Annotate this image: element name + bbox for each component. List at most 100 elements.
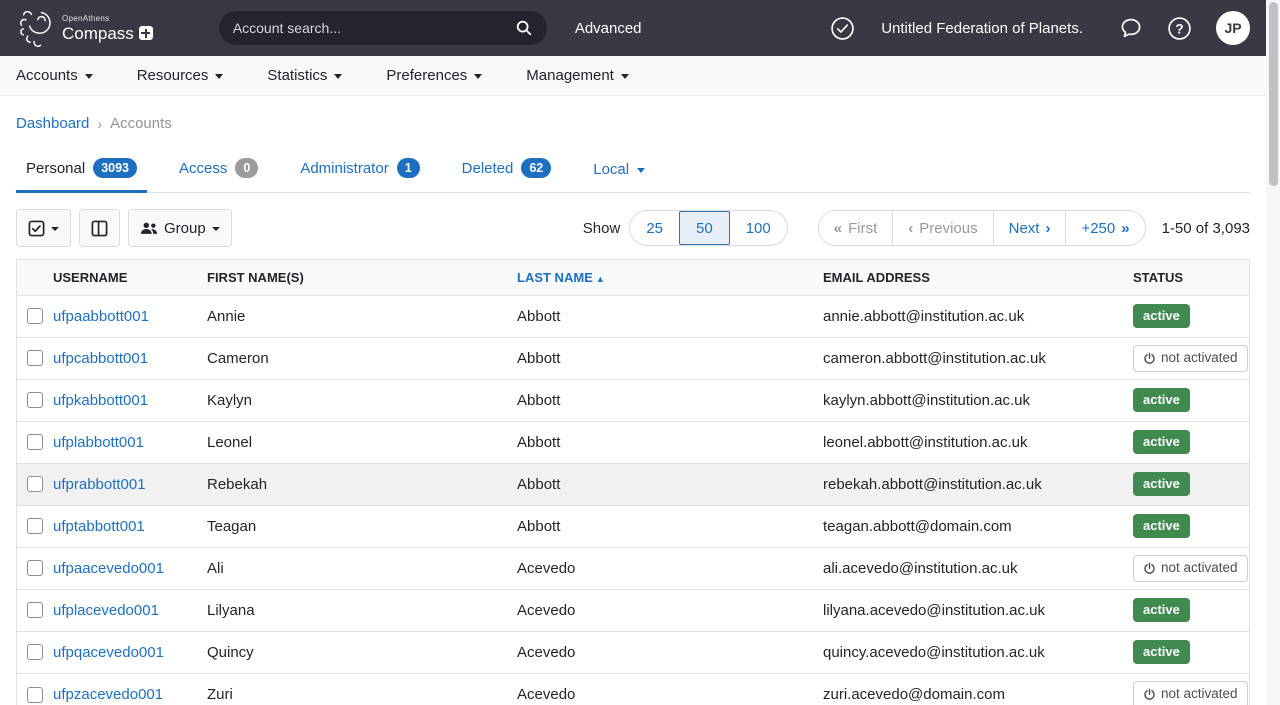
- status-badge: not activated: [1133, 345, 1248, 372]
- help-icon[interactable]: ?: [1167, 16, 1192, 41]
- advanced-search-link[interactable]: Advanced: [575, 20, 642, 37]
- account-search-input[interactable]: [233, 20, 515, 36]
- header-checkbox-cell: [17, 260, 53, 295]
- status-label: not activated: [1161, 559, 1238, 578]
- username-link[interactable]: ufprabbott001: [53, 476, 146, 493]
- table-row: ufpaabbott001 Annie Abbott annie.abbott@…: [17, 295, 1249, 337]
- username-link[interactable]: ufpqacevedo001: [53, 644, 164, 661]
- username-link[interactable]: ufpkabbott001: [53, 392, 148, 409]
- column-status[interactable]: STATUS: [1133, 260, 1249, 295]
- brand-logo[interactable]: OpenAthens Compass: [16, 6, 153, 50]
- first-name-cell: Quincy: [207, 631, 517, 673]
- last-name-cell: Abbott: [517, 505, 823, 547]
- people-icon: [140, 221, 158, 236]
- status-badge: active: [1133, 388, 1190, 412]
- username-link[interactable]: ufplabbott001: [53, 434, 144, 451]
- column-email[interactable]: EMAIL ADDRESS: [823, 260, 1133, 295]
- toolbar-right: Show 25 50 100 « First ‹ Previous Next ›: [583, 210, 1250, 246]
- first-name-cell: Kaylyn: [207, 379, 517, 421]
- chevron-down-icon: [637, 168, 645, 173]
- last-name-cell: Abbott: [517, 463, 823, 505]
- tab-access[interactable]: Access 0: [169, 158, 268, 193]
- row-checkbox[interactable]: [27, 518, 43, 534]
- email-cell: teagan.abbott@domain.com: [823, 505, 1133, 547]
- jump-forward-button[interactable]: +250 »: [1065, 211, 1144, 245]
- status-label: not activated: [1161, 685, 1238, 704]
- power-icon: [1143, 562, 1156, 575]
- status-badge: active: [1133, 430, 1190, 454]
- nav-preferences[interactable]: Preferences: [386, 67, 482, 84]
- first-name-cell: Annie: [207, 295, 517, 337]
- status-label: active: [1143, 517, 1180, 535]
- username-link[interactable]: ufpaabbott001: [53, 308, 149, 325]
- account-tabs: Personal 3093 Access 0 Administrator 1 D…: [16, 158, 1250, 193]
- last-name-cell: Acevedo: [517, 589, 823, 631]
- username-link[interactable]: ufpaacevedo001: [53, 560, 164, 577]
- status-badge: active: [1133, 304, 1190, 328]
- username-link[interactable]: ufpcabbott001: [53, 350, 148, 367]
- columns-button[interactable]: [79, 209, 120, 247]
- nav-accounts[interactable]: Accounts: [16, 67, 93, 84]
- column-username[interactable]: USERNAME: [53, 260, 207, 295]
- first-name-cell: Teagan: [207, 505, 517, 547]
- nav-management[interactable]: Management: [526, 67, 629, 84]
- row-checkbox[interactable]: [27, 602, 43, 618]
- chevron-down-icon: [334, 74, 342, 79]
- chevron-down-icon: [212, 227, 220, 231]
- next-page-button[interactable]: Next ›: [993, 211, 1066, 245]
- row-checkbox[interactable]: [27, 560, 43, 576]
- table-row: ufpaacevedo001 Ali Acevedo ali.acevedo@i…: [17, 547, 1249, 589]
- first-name-cell: Ali: [207, 547, 517, 589]
- tab-administrator[interactable]: Administrator 1: [290, 158, 429, 193]
- breadcrumb-dashboard-link[interactable]: Dashboard: [16, 115, 89, 132]
- chevron-down-icon: [215, 74, 223, 79]
- breadcrumb-separator: ›: [97, 116, 102, 132]
- nav-resources[interactable]: Resources: [137, 67, 224, 84]
- brand-name: Compass: [62, 25, 134, 42]
- row-checkbox[interactable]: [27, 644, 43, 660]
- row-checkbox[interactable]: [27, 308, 43, 324]
- select-all-button[interactable]: [16, 209, 71, 247]
- tab-deleted[interactable]: Deleted 62: [452, 158, 562, 193]
- table-row: ufprabbott001 Rebekah Abbott rebekah.abb…: [17, 463, 1249, 505]
- search-icon[interactable]: [515, 19, 533, 37]
- first-page-button[interactable]: « First: [819, 211, 893, 245]
- svg-text:?: ?: [1175, 21, 1183, 36]
- chevron-down-icon: [474, 74, 482, 79]
- username-link[interactable]: ufplacevedo001: [53, 602, 159, 619]
- row-checkbox[interactable]: [27, 434, 43, 450]
- row-checkbox[interactable]: [27, 476, 43, 492]
- scrollbar[interactable]: [1266, 0, 1280, 705]
- email-cell: zuri.acevedo@domain.com: [823, 673, 1133, 705]
- nav-statistics[interactable]: Statistics: [267, 67, 342, 84]
- owl-logo-icon: [16, 6, 56, 50]
- column-first-name[interactable]: FIRST NAME(S): [207, 260, 517, 295]
- table-row: ufptabbott001 Teagan Abbott teagan.abbot…: [17, 505, 1249, 547]
- user-avatar[interactable]: JP: [1216, 11, 1250, 45]
- breadcrumb: Dashboard › Accounts: [0, 96, 1266, 132]
- row-checkbox[interactable]: [27, 687, 43, 703]
- previous-page-button[interactable]: ‹ Previous: [892, 211, 992, 245]
- row-checkbox[interactable]: [27, 350, 43, 366]
- group-button[interactable]: Group: [128, 209, 232, 247]
- list-toolbar: Group Show 25 50 100 « First ‹ Previous: [16, 209, 1250, 247]
- chevron-left-icon: ‹: [908, 220, 913, 237]
- table-row: ufplabbott001 Leonel Abbott leonel.abbot…: [17, 421, 1249, 463]
- username-link[interactable]: ufptabbott001: [53, 518, 145, 535]
- chat-bubble-icon[interactable]: [1119, 16, 1143, 40]
- row-checkbox[interactable]: [27, 392, 43, 408]
- column-last-name[interactable]: LAST NAME▲: [517, 260, 823, 295]
- email-cell: rebekah.abbott@institution.ac.uk: [823, 463, 1133, 505]
- email-cell: annie.abbott@institution.ac.uk: [823, 295, 1133, 337]
- tab-personal[interactable]: Personal 3093: [16, 158, 147, 193]
- double-chevron-right-icon: »: [1121, 220, 1129, 237]
- email-cell: cameron.abbott@institution.ac.uk: [823, 337, 1133, 379]
- accounts-table: USERNAME FIRST NAME(S) LAST NAME▲ EMAIL …: [16, 259, 1250, 705]
- page-size-50[interactable]: 50: [679, 211, 730, 245]
- scrollbar-thumb[interactable]: [1269, 2, 1278, 186]
- username-link[interactable]: ufpzacevedo001: [53, 686, 163, 703]
- columns-icon: [91, 220, 108, 237]
- tab-local[interactable]: Local: [583, 161, 655, 193]
- page-size-25[interactable]: 25: [630, 211, 679, 245]
- page-size-100[interactable]: 100: [730, 211, 787, 245]
